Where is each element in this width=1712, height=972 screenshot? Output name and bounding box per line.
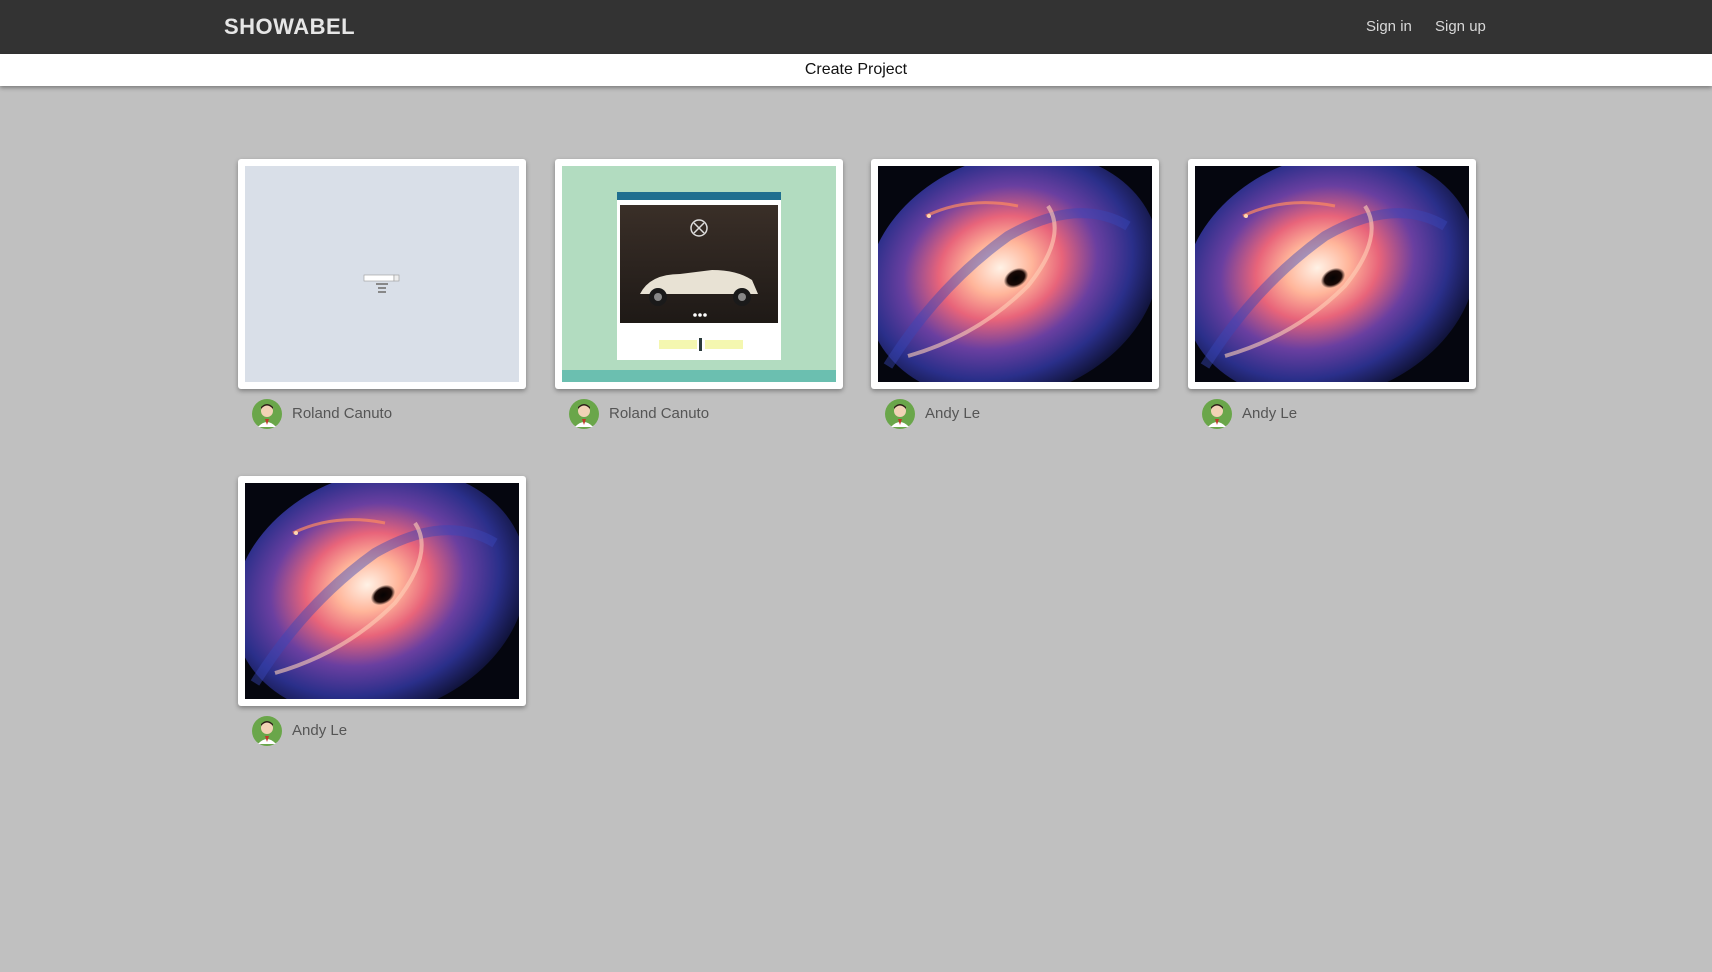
avatar-icon	[1202, 399, 1232, 429]
black-hole-image	[245, 483, 519, 699]
author-name: Andy Le	[292, 722, 348, 739]
sign-up-link[interactable]: Sign up	[1435, 18, 1486, 35]
project-thumbnail-link[interactable]	[238, 159, 526, 389]
black-hole-image	[878, 166, 1152, 382]
project-card: Roland Canuto	[555, 159, 843, 429]
blank-form-preview-image	[245, 166, 519, 382]
create-project-link[interactable]: Create Project	[805, 61, 907, 79]
project-card: Andy Le	[871, 159, 1159, 429]
author-name: Roland Canuto	[292, 405, 393, 422]
project-card: Andy Le	[1188, 159, 1476, 429]
project-thumbnail-link[interactable]	[1188, 159, 1476, 389]
sign-in-link[interactable]: Sign in	[1366, 18, 1412, 35]
black-hole-image	[1195, 166, 1469, 382]
brand-logo-link[interactable]: SHOWABEL	[224, 14, 355, 40]
sub-navbar: Create Project	[0, 54, 1712, 86]
avatar-icon	[569, 399, 599, 429]
author-name: Roland Canuto	[609, 405, 710, 422]
top-navbar: SHOWABEL Sign in Sign up	[0, 0, 1712, 54]
project-thumbnail-link[interactable]	[555, 159, 843, 389]
avatar-icon	[252, 399, 282, 429]
avatar-icon	[885, 399, 915, 429]
author-name: Andy Le	[1242, 405, 1298, 422]
author-name: Andy Le	[925, 405, 981, 422]
classic-car-website-preview-image	[562, 166, 836, 382]
avatar-icon	[252, 716, 282, 746]
project-thumbnail-link[interactable]	[871, 159, 1159, 389]
project-card: Andy Le	[238, 476, 526, 746]
project-thumbnail-link[interactable]	[238, 476, 526, 706]
project-card: Roland Canuto	[238, 159, 526, 429]
